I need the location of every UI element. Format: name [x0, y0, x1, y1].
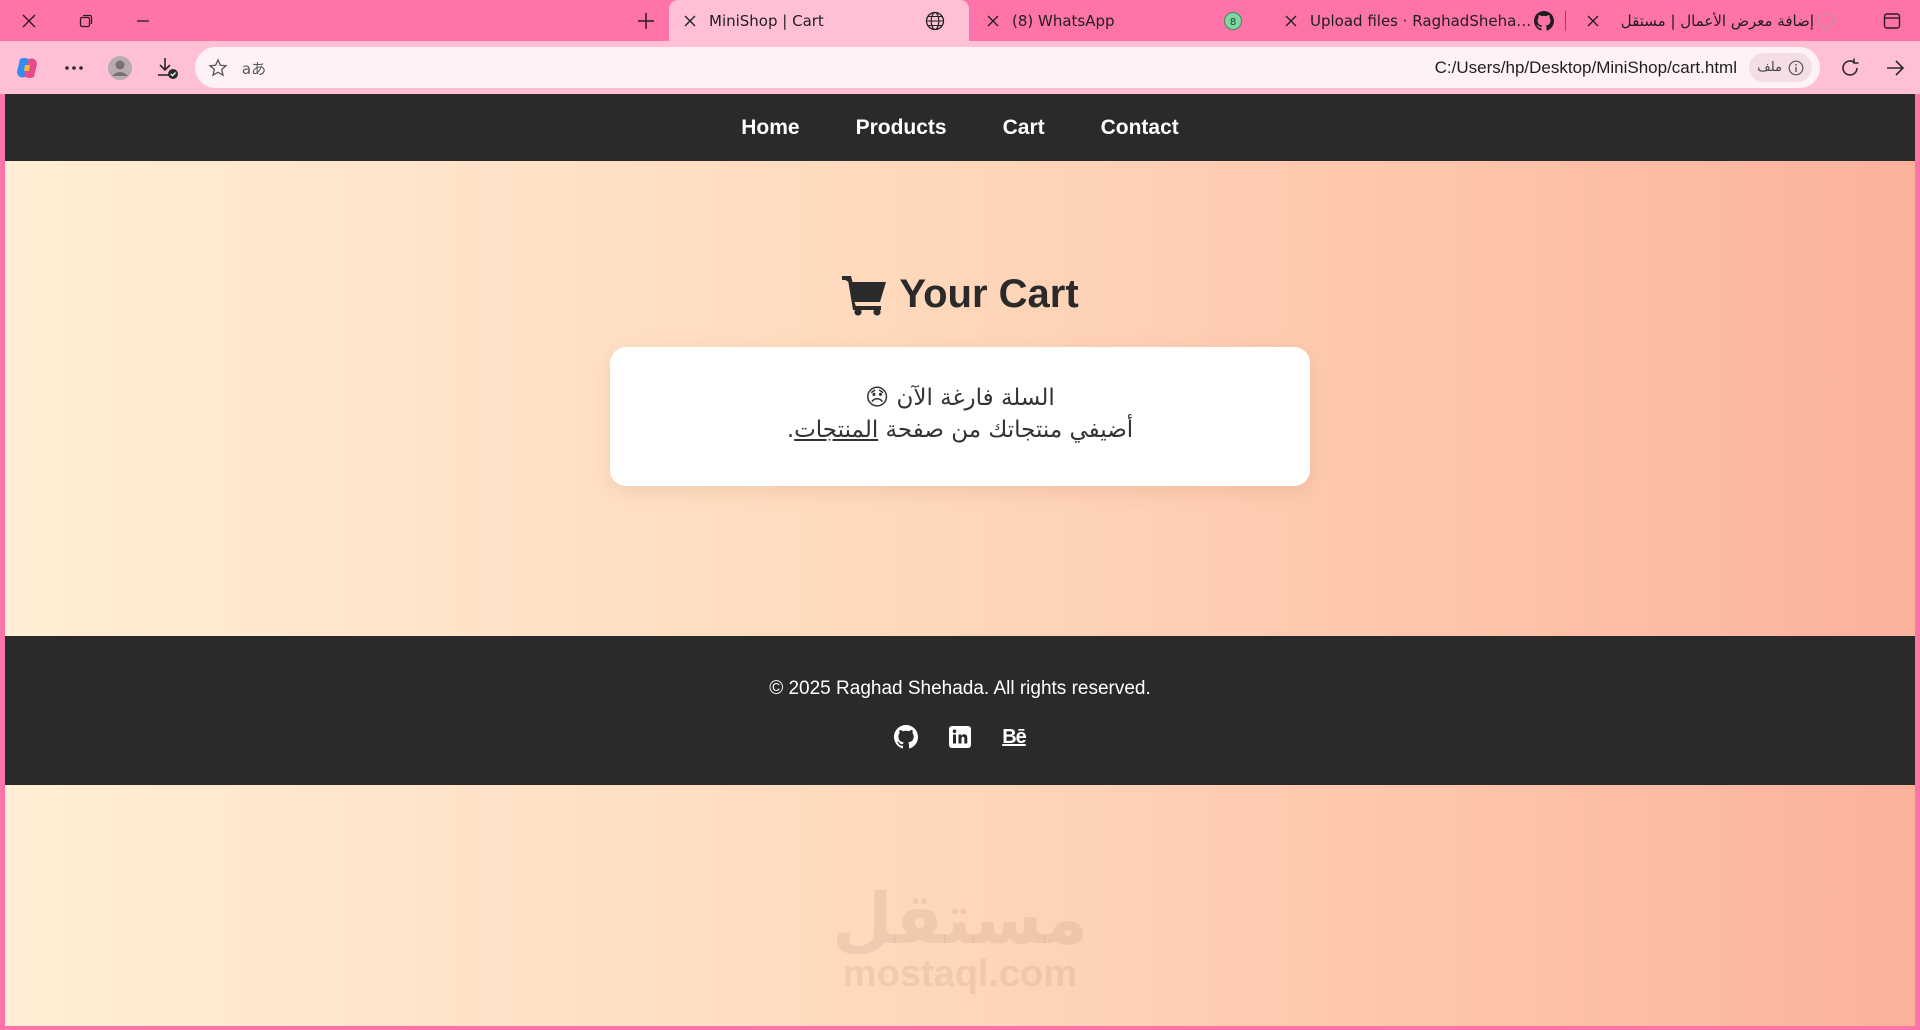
globe-icon	[923, 9, 947, 33]
products-page-link[interactable]: المنتجات	[794, 417, 878, 443]
address-bar[interactable]: aあ C:/Users/hp/Desktop/MiniShop/cart.htm…	[195, 47, 1820, 88]
arrow-right-icon	[1887, 60, 1905, 76]
file-chip-label: ملف	[1757, 60, 1782, 75]
plus-icon	[637, 12, 654, 29]
tab-title: Upload files · RaghadShehada/Mi	[1310, 11, 1532, 30]
favorite-star-icon[interactable]	[203, 53, 233, 83]
nav-contact[interactable]: Contact	[1101, 116, 1179, 140]
github-icon	[894, 725, 918, 749]
minimize-window-button[interactable]	[114, 0, 171, 41]
github-link[interactable]	[893, 724, 919, 750]
more-options-button[interactable]	[54, 48, 94, 88]
site-footer: © 2025 Raghad Shehada. All rights reserv…	[5, 636, 1915, 785]
downloads-button[interactable]	[147, 48, 187, 88]
tab-whatsapp[interactable]: (8) WhatsApp 8	[972, 0, 1262, 41]
site-info-chip[interactable]: ملف	[1749, 53, 1812, 82]
tab-close-icon[interactable]	[1580, 8, 1606, 34]
tab-actions-icon	[1883, 12, 1900, 29]
page-viewport: Home Products Cart Contact Your Cart الس…	[5, 94, 1915, 1026]
refresh-icon	[1842, 58, 1859, 76]
loading-spinner-icon	[1814, 9, 1838, 33]
address-url[interactable]: C:/Users/hp/Desktop/MiniShop/cart.html	[1435, 47, 1737, 88]
minimize-icon	[136, 19, 149, 22]
close-icon	[22, 14, 35, 27]
tab-github-upload[interactable]: Upload files · RaghadShehada/Mi	[1270, 0, 1570, 41]
browser-toolbar: aあ C:/Users/hp/Desktop/MiniShop/cart.htm…	[0, 41, 1920, 94]
more-dots-icon	[65, 66, 83, 70]
whatsapp-icon: 8	[1221, 9, 1245, 33]
shopping-cart-icon	[842, 275, 887, 316]
profile-button[interactable]	[100, 48, 140, 88]
read-aloud-icon[interactable]: aあ	[239, 53, 269, 83]
empty-cart-message: السلة فارغة الآن 😞	[865, 385, 1055, 411]
behance-icon: Bē	[1002, 725, 1027, 748]
mostaql-watermark: مستقل mostaql.com	[5, 884, 1915, 994]
copilot-button[interactable]	[7, 48, 47, 88]
new-tab-button[interactable]	[617, 0, 674, 41]
tab-title: (8) WhatsApp	[1012, 11, 1115, 30]
restore-window-button[interactable]	[57, 0, 114, 41]
copyright-text: © 2025 Raghad Shehada. All rights reserv…	[769, 678, 1151, 699]
copilot-icon	[17, 57, 37, 79]
watermark-english: mostaql.com	[842, 953, 1078, 995]
linkedin-link[interactable]	[947, 724, 973, 750]
empty-cart-hint: أضيفي منتجاتك من صفحة المنتجات.	[610, 417, 1310, 443]
tab-separator	[1565, 11, 1566, 31]
github-icon	[1532, 9, 1556, 33]
linkedin-icon	[949, 726, 971, 748]
watermark-arabic: مستقل	[831, 878, 1088, 960]
tab-title: إضافة معرض الأعمال | مستقل	[1620, 11, 1814, 30]
empty-cart-card: السلة فارغة الآن 😞 أضيفي منتجاتك من صفحة…	[610, 347, 1310, 486]
nav-products[interactable]: Products	[856, 116, 947, 140]
page-title-text: Your Cart	[899, 272, 1079, 316]
social-links: Bē	[5, 724, 1915, 750]
close-window-button[interactable]	[0, 0, 57, 41]
site-navbar: Home Products Cart Contact	[5, 94, 1915, 161]
download-icon	[158, 58, 178, 79]
tab-bar: MiniShop | Cart (8) WhatsApp 8 Upload fi…	[0, 0, 1920, 41]
tab-close-icon[interactable]	[980, 8, 1006, 34]
tab-title: MiniShop | Cart	[709, 11, 824, 30]
refresh-button[interactable]	[1830, 48, 1870, 88]
forward-button[interactable]	[1875, 48, 1915, 88]
nav-cart[interactable]: Cart	[1003, 116, 1045, 140]
avatar-icon	[108, 56, 132, 80]
behance-link[interactable]: Bē	[1001, 724, 1027, 750]
tab-mostaql[interactable]: إضافة معرض الأعمال | مستقل	[1572, 0, 1852, 41]
tab-close-icon[interactable]	[677, 8, 703, 34]
info-icon	[1788, 60, 1804, 75]
hint-text: أضيفي منتجاتك من صفحة	[878, 417, 1134, 443]
tab-actions-button[interactable]	[1863, 0, 1920, 41]
svg-text:8: 8	[1230, 17, 1236, 28]
tab-minishop-cart[interactable]: MiniShop | Cart	[669, 0, 969, 41]
tab-close-icon[interactable]	[1278, 8, 1304, 34]
nav-home[interactable]: Home	[741, 116, 799, 140]
page-title: Your Cart	[5, 272, 1915, 317]
restore-icon	[79, 14, 92, 27]
